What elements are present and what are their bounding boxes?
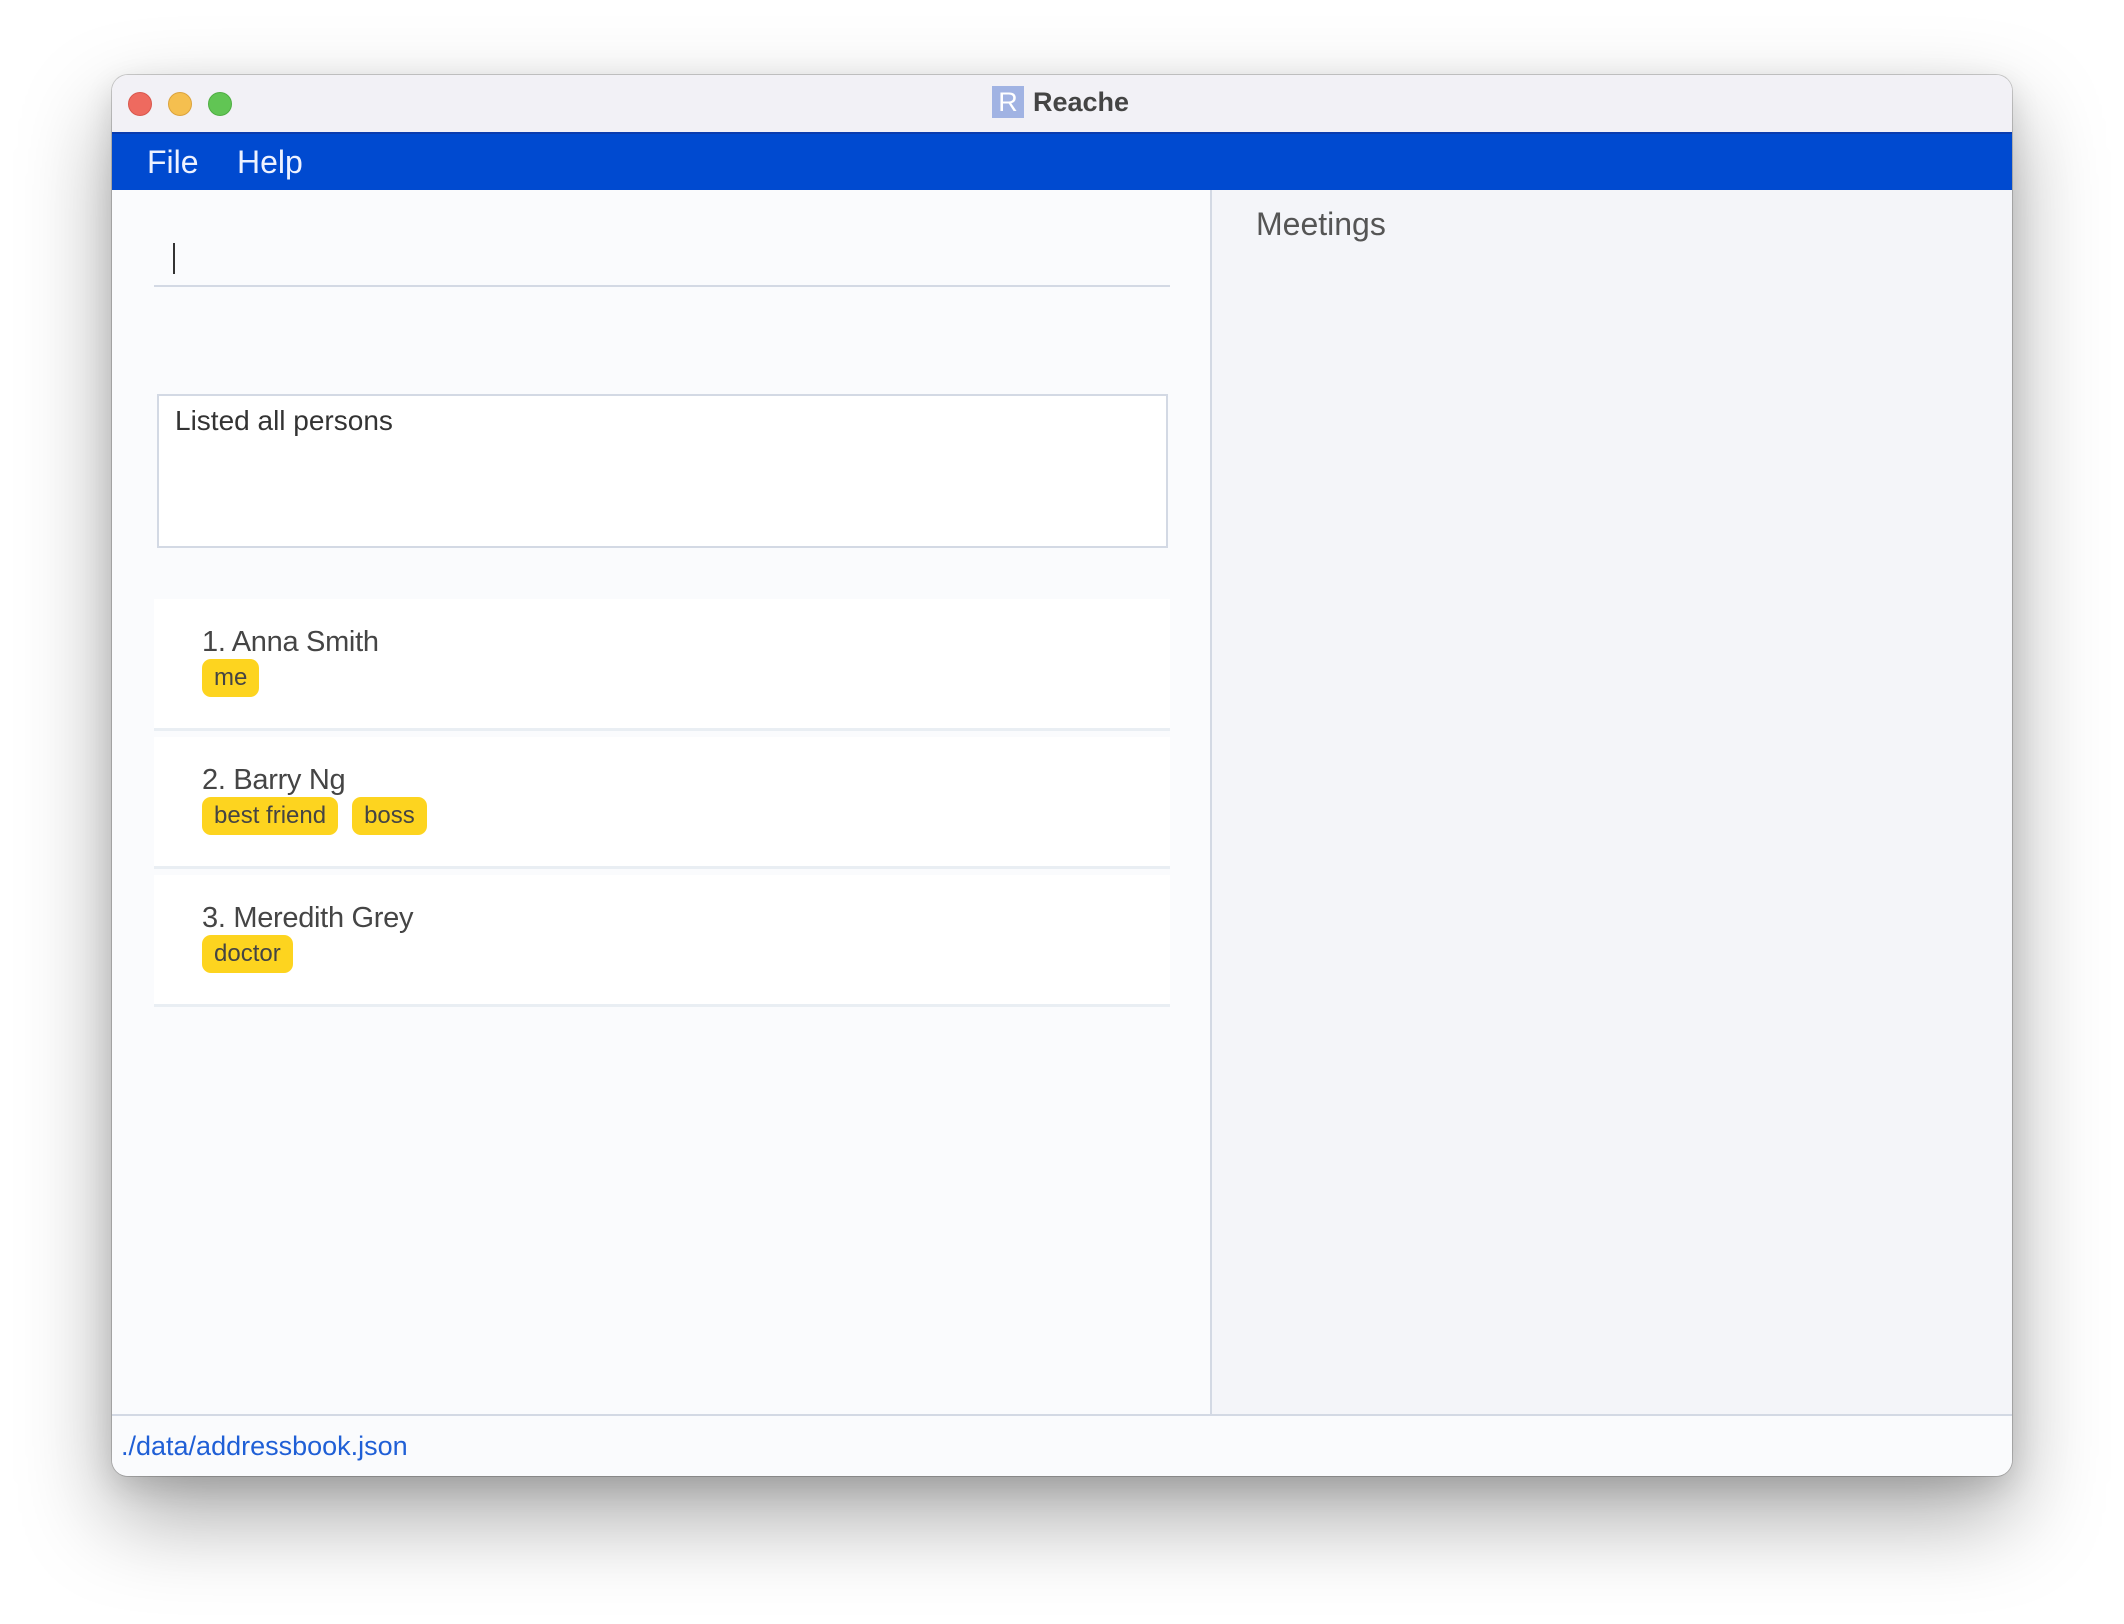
person-name: 1. Anna Smith: [202, 626, 379, 658]
person-card[interactable]: 1. Anna Smith me: [154, 599, 1170, 731]
menu-bar: File Help: [112, 132, 2012, 190]
result-display: Listed all persons: [157, 394, 1168, 548]
person-card[interactable]: 3. Meredith Grey doctor: [154, 875, 1170, 1007]
person-tags: doctor: [202, 935, 293, 973]
maximize-window-button[interactable]: [208, 92, 232, 116]
person-tags: best friend boss: [202, 797, 427, 835]
left-panel: Listed all persons 1. Anna Smith me 2. B…: [112, 190, 1210, 1414]
tag-badge: doctor: [202, 935, 293, 973]
text-caret: [173, 243, 175, 274]
data-file-path: ./data/addressbook.json: [121, 1431, 408, 1461]
person-list: 1. Anna Smith me 2. Barry Ng best friend…: [154, 599, 1170, 1013]
menu-file[interactable]: File: [147, 144, 199, 180]
minimize-window-button[interactable]: [168, 92, 192, 116]
tag-badge: boss: [352, 797, 427, 835]
tag-badge: best friend: [202, 797, 339, 835]
result-message: Listed all persons: [175, 405, 393, 436]
tag-badge: me: [202, 659, 260, 697]
app-window: R Reache File Help Listed all persons 1.…: [112, 75, 2012, 1476]
window-title-group: R Reache: [992, 86, 1129, 118]
command-input[interactable]: [154, 230, 1170, 287]
menu-help[interactable]: Help: [237, 144, 303, 180]
close-window-button[interactable]: [128, 92, 152, 116]
person-card[interactable]: 2. Barry Ng best friend boss: [154, 737, 1170, 869]
window-title: Reache: [1033, 86, 1130, 117]
meetings-panel: Meetings: [1212, 190, 2012, 1414]
status-bar: ./data/addressbook.json: [112, 1414, 2012, 1476]
app-icon: R: [992, 86, 1024, 118]
title-bar: R Reache: [112, 75, 2012, 132]
person-name: 2. Barry Ng: [202, 764, 346, 796]
person-tags: me: [202, 659, 260, 697]
person-name: 3. Meredith Grey: [202, 902, 414, 934]
meetings-title: Meetings: [1256, 206, 1386, 242]
